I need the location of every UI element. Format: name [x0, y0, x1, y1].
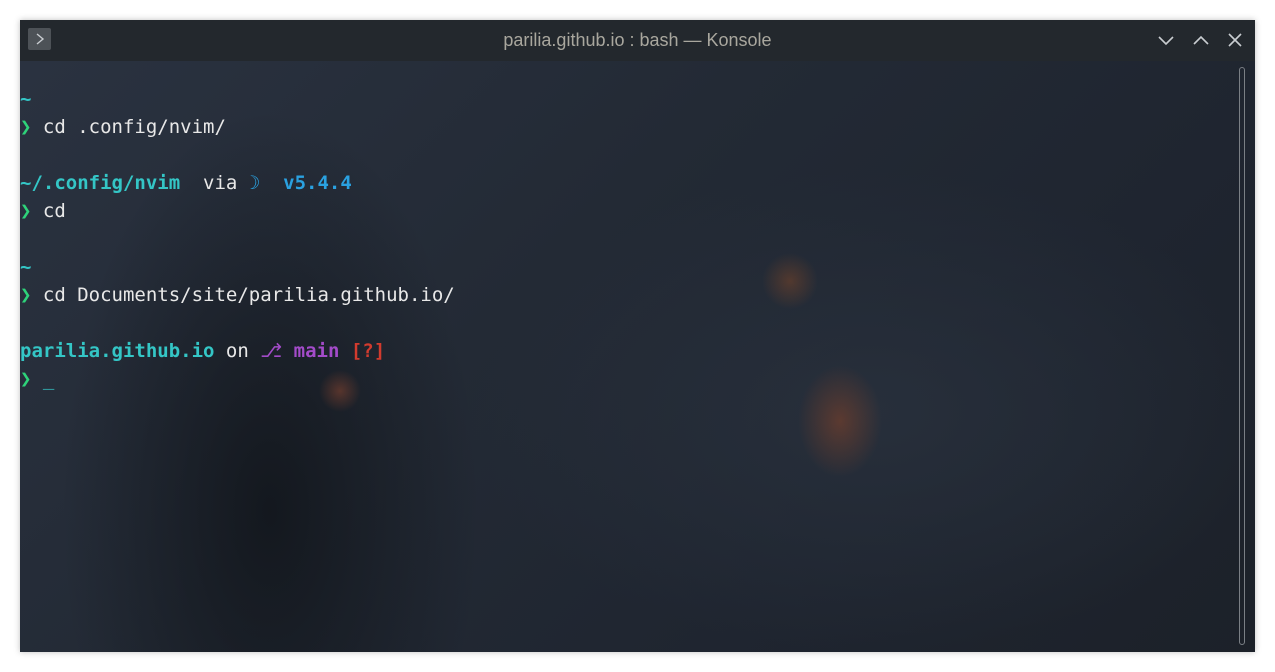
close-icon — [1228, 33, 1242, 47]
terminal-line: ~ — [20, 253, 1230, 281]
terminal-line: ❯ cd Documents/site/parilia.github.io/ — [20, 281, 1230, 309]
minimize-button[interactable] — [1154, 28, 1178, 52]
terminal-line: ❯ _ — [20, 365, 1230, 393]
vertical-scrollbar[interactable] — [1239, 67, 1245, 645]
prompt-symbol: ❯ — [20, 284, 32, 306]
cwd-path: ~ — [20, 256, 32, 278]
prompt-symbol: ❯ — [20, 200, 32, 222]
via-text: via — [203, 172, 238, 194]
version-text: v5.4.4 — [283, 172, 352, 194]
title-bar[interactable]: parilia.github.io : bash — Konsole — [20, 20, 1255, 61]
terminal-area[interactable]: ~ ❯ cd .config/nvim/ ~/.config/nvim via … — [20, 61, 1255, 652]
cwd-path: ~/.config/nvim — [20, 172, 181, 194]
maximize-button[interactable] — [1189, 28, 1213, 52]
command-text: cd Documents/site/parilia.github.io/ — [42, 284, 455, 306]
git-branch-icon: ⎇ — [260, 340, 283, 362]
prompt-symbol: ❯ — [20, 116, 32, 138]
close-button[interactable] — [1223, 28, 1247, 52]
terminal-line: parilia.github.io on ⎇ main [?] — [20, 337, 1230, 365]
terminal-line: ~ — [20, 85, 1230, 113]
chevron-up-icon — [1193, 35, 1209, 45]
prompt-symbol: ❯ — [20, 368, 32, 390]
branch-name: main — [293, 340, 340, 362]
on-text: on — [225, 340, 249, 362]
command-text: cd — [42, 200, 66, 222]
terminal-output: ~ ❯ cd .config/nvim/ ~/.config/nvim via … — [20, 85, 1230, 393]
cwd-path: parilia.github.io — [20, 340, 215, 362]
cwd-path: ~ — [20, 88, 32, 110]
terminal-line: ~/.config/nvim via ☽ v5.4.4 — [20, 169, 1230, 197]
lua-moon-icon: ☽ — [248, 172, 261, 194]
terminal-line: ❯ cd .config/nvim/ — [20, 113, 1230, 141]
konsole-window: parilia.github.io : bash — Konsole ~ ❯ c… — [20, 20, 1255, 652]
git-status: [?] — [350, 340, 386, 362]
terminal-line: ❯ cd — [20, 197, 1230, 225]
chevron-down-icon — [1158, 36, 1174, 46]
text-cursor[interactable]: _ — [43, 368, 54, 390]
command-text: cd .config/nvim/ — [42, 116, 226, 138]
window-title: parilia.github.io : bash — Konsole — [503, 30, 772, 50]
